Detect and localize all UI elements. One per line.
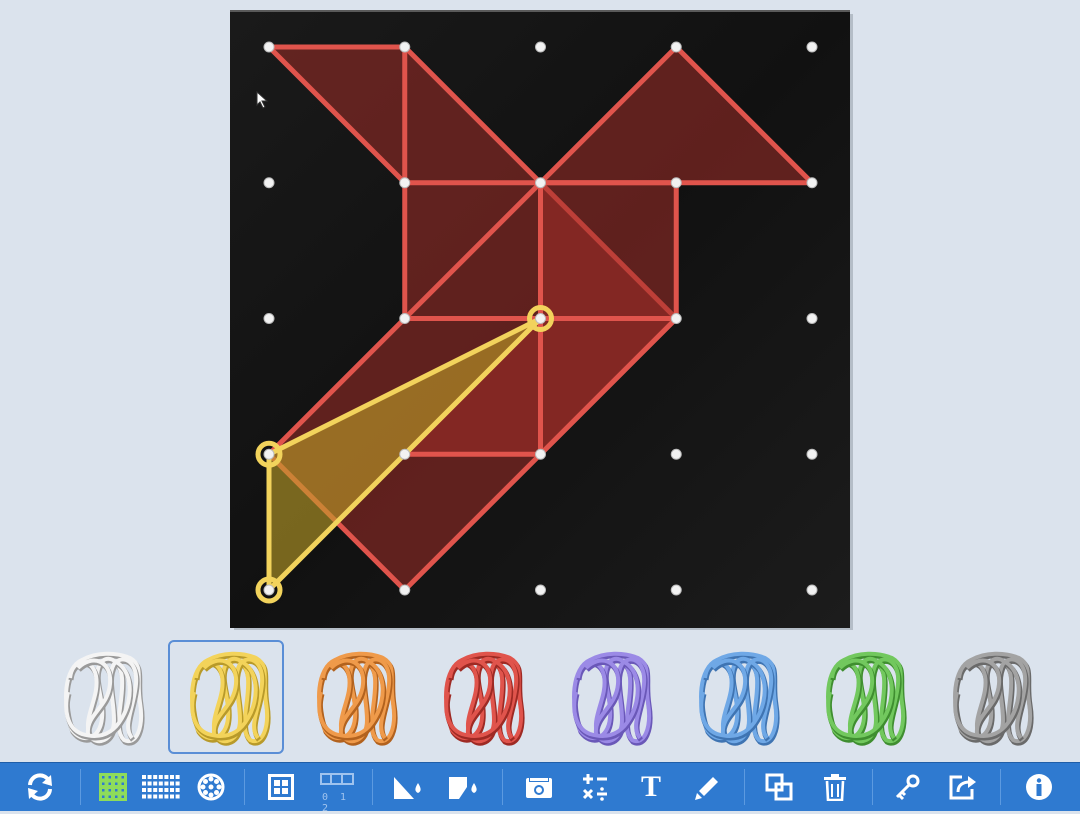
- calculator-icon: [582, 774, 607, 801]
- band-white[interactable]: [42, 640, 158, 754]
- peg[interactable]: [399, 41, 411, 53]
- peg[interactable]: [535, 177, 546, 189]
- peg[interactable]: [263, 313, 275, 324]
- rubber-band-icon: [826, 651, 907, 746]
- number-line-label: 0 1 2: [322, 792, 350, 814]
- band-orange[interactable]: [295, 640, 411, 754]
- info-icon: [1026, 774, 1052, 800]
- band-red[interactable]: [422, 640, 538, 754]
- share-button[interactable]: [940, 763, 986, 811]
- peg[interactable]: [399, 177, 411, 189]
- peg[interactable]: [263, 177, 275, 189]
- refresh-button[interactable]: [10, 763, 70, 811]
- rect-grid-button[interactable]: [138, 763, 184, 811]
- peg[interactable]: [670, 177, 682, 189]
- peg[interactable]: [263, 41, 275, 53]
- peg[interactable]: [670, 41, 682, 53]
- grid-frame-icon: [268, 774, 294, 800]
- geoboard[interactable]: [0, 0, 1080, 640]
- toolbar-divider: [502, 769, 503, 805]
- peg[interactable]: [806, 313, 818, 324]
- shape-fill-icon: [449, 777, 477, 799]
- rubber-band-icon: [699, 651, 780, 746]
- band-palette: [0, 640, 1080, 760]
- band-green[interactable]: [804, 640, 920, 754]
- peg[interactable]: [263, 448, 275, 460]
- rubber-band-icon: [953, 651, 1034, 746]
- refresh-icon: [28, 773, 52, 801]
- duplicate-icon: [765, 773, 793, 801]
- toolbar-divider: [372, 769, 373, 805]
- peg[interactable]: [535, 448, 546, 460]
- rubber-band-icon: [64, 651, 145, 746]
- triangle-fill-button[interactable]: [384, 763, 432, 811]
- toolbar-divider: [872, 769, 873, 805]
- toolbar-divider: [1000, 769, 1001, 805]
- band-purple[interactable]: [550, 640, 666, 754]
- toolbar: 0 1 2 T: [0, 762, 1080, 814]
- peg[interactable]: [399, 584, 411, 596]
- square-grid-icon: [99, 773, 127, 801]
- key-icon: [895, 774, 920, 801]
- peg[interactable]: [806, 584, 818, 596]
- peg[interactable]: [670, 313, 682, 324]
- info-button[interactable]: [1014, 763, 1064, 811]
- grid-frame-button[interactable]: [258, 763, 304, 811]
- peg[interactable]: [806, 448, 818, 460]
- text-tool-button[interactable]: T: [628, 763, 674, 811]
- toolbar-divider: [244, 769, 245, 805]
- peg[interactable]: [806, 41, 818, 53]
- pen-icon: [695, 777, 718, 800]
- number-line-button[interactable]: 0 1 2: [314, 763, 360, 814]
- peg[interactable]: [399, 313, 411, 324]
- circle-grid-icon: [197, 773, 225, 801]
- rect-grid-icon: [142, 775, 180, 799]
- band-blue[interactable]: [677, 640, 793, 754]
- rubber-band-icon: [444, 651, 525, 746]
- peg[interactable]: [670, 448, 682, 460]
- rubber-band-icon: [572, 651, 653, 746]
- measure-icon: [526, 776, 552, 798]
- rubber-band-icon: [317, 651, 398, 746]
- text-icon: T: [640, 770, 661, 803]
- duplicate-button[interactable]: [756, 763, 802, 811]
- peg[interactable]: [399, 448, 411, 460]
- triangle-fill-icon: [394, 777, 421, 799]
- geoboard-area: [0, 0, 1080, 640]
- key-button[interactable]: [884, 763, 930, 811]
- peg[interactable]: [535, 584, 546, 596]
- trash-icon: [824, 774, 846, 801]
- calculator-button[interactable]: [572, 763, 618, 811]
- measure-button[interactable]: [516, 763, 562, 811]
- peg[interactable]: [535, 41, 546, 53]
- circle-grid-button[interactable]: [190, 763, 232, 811]
- rubber-band-icon: [190, 651, 271, 746]
- cursor-arrow-icon: [256, 91, 269, 109]
- shape-fill-button[interactable]: [440, 763, 488, 811]
- peg[interactable]: [263, 584, 275, 596]
- peg[interactable]: [806, 177, 818, 189]
- peg[interactable]: [535, 313, 546, 324]
- share-icon: [949, 775, 976, 800]
- trash-button[interactable]: [812, 763, 858, 811]
- band-yellow[interactable]: [168, 640, 284, 754]
- toolbar-divider: [744, 769, 745, 805]
- band-gray[interactable]: [931, 640, 1047, 754]
- number-line-icon: [320, 773, 354, 785]
- peg[interactable]: [670, 584, 682, 596]
- square-grid-button[interactable]: [92, 763, 134, 811]
- toolbar-divider: [80, 769, 81, 805]
- pen-button[interactable]: [684, 763, 730, 811]
